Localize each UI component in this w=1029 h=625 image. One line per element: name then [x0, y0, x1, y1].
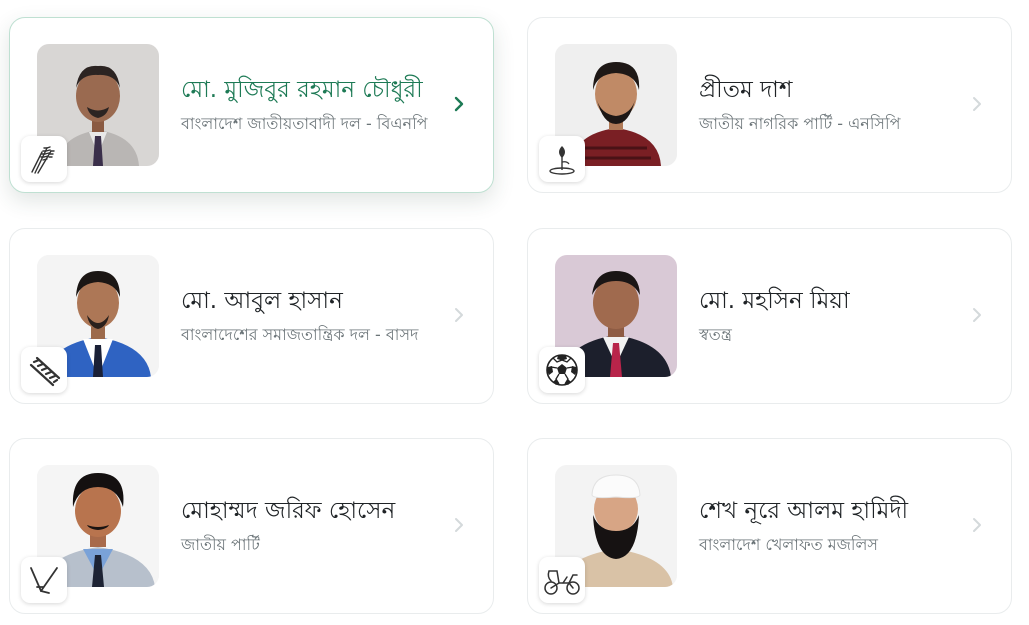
candidate-name: মো. মুজিবুর রহমান চৌধুরী	[181, 77, 423, 103]
chevron-right-icon	[973, 97, 981, 111]
candidate-card[interactable]: প্রীতম দাশ জাতীয় নাগরিক পার্টি - এনসিপি	[527, 17, 1012, 193]
football-icon	[539, 347, 585, 393]
party-name: জাতীয় নাগরিক পার্টি - এনসিপি	[699, 114, 901, 133]
candidate-card[interactable]: মো. মুজিবুর রহমান চৌধুরী বাংলাদেশ জাতীয়…	[9, 17, 494, 193]
chevron-right-icon	[455, 308, 463, 322]
candidate-card[interactable]: মো. আবুল হাসান বাংলাদেশের সমাজতান্ত্রিক …	[9, 228, 494, 404]
chevron-right-icon	[455, 518, 463, 532]
rickshaw-icon	[539, 557, 585, 603]
candidate-grid: মো. মুজিবুর রহমান চৌধুরী বাংলাদেশ জাতীয়…	[0, 0, 1029, 625]
paddy-sheaf-icon	[21, 136, 67, 182]
ladder-icon	[21, 347, 67, 393]
chevron-right-icon	[973, 518, 981, 532]
candidate-info: মোহাম্মদ জরিফ হোসেন জাতীয় পার্টি	[181, 439, 436, 615]
candidate-name: মোহাম্মদ জরিফ হোসেন	[181, 498, 396, 524]
party-name: জাতীয় পার্টি	[181, 535, 260, 554]
candidate-name: মো. মহসিন মিয়া	[699, 288, 850, 314]
water-lily-bud-icon	[539, 136, 585, 182]
candidate-info: শেখ নূরে আলম হামিদী বাংলাদেশ খেলাফত মজলি…	[699, 439, 954, 615]
candidate-info: প্রীতম দাশ জাতীয় নাগরিক পার্টি - এনসিপি	[699, 18, 954, 194]
party-name: স্বতন্ত্র	[699, 325, 732, 344]
candidate-name: শেখ নূরে আলম হামিদী	[699, 498, 909, 524]
candidate-info: মো. আবুল হাসান বাংলাদেশের সমাজতান্ত্রিক …	[181, 229, 436, 405]
party-name: বাংলাদেশ জাতীয়তাবাদী দল - বিএনপি	[181, 114, 428, 133]
candidate-card[interactable]: মো. মহসিন মিয়া স্বতন্ত্র	[527, 228, 1012, 404]
candidate-card[interactable]: শেখ নূরে আলম হামিদী বাংলাদেশ খেলাফত মজলি…	[527, 438, 1012, 614]
candidate-info: মো. মুজিবুর রহমান চৌধুরী বাংলাদেশ জাতীয়…	[181, 18, 436, 194]
candidate-name: মো. আবুল হাসান	[181, 288, 343, 314]
party-name: বাংলাদেশের সমাজতান্ত্রিক দল - বাসদ	[181, 325, 419, 344]
party-name: বাংলাদেশ খেলাফত মজলিস	[699, 535, 878, 554]
candidate-card[interactable]: মোহাম্মদ জরিফ হোসেন জাতীয় পার্টি	[9, 438, 494, 614]
candidate-name: প্রীতম দাশ	[699, 77, 793, 103]
plough-icon	[21, 557, 67, 603]
chevron-right-icon	[973, 308, 981, 322]
chevron-right-icon	[454, 96, 464, 112]
candidate-info: মো. মহসিন মিয়া স্বতন্ত্র	[699, 229, 954, 405]
